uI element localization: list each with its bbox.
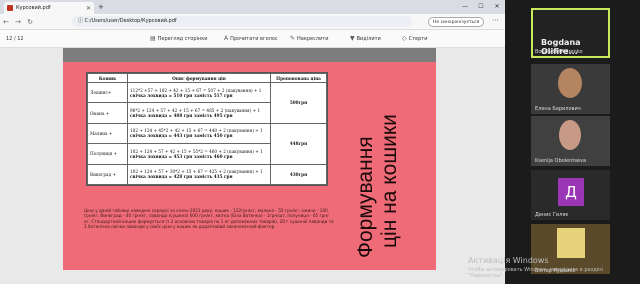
table-header: Кошик bbox=[87, 73, 128, 83]
table-header: Пропонована ціна bbox=[270, 73, 327, 83]
url-input[interactable]: ⓘ C:/Users/user/Desktop/Курсовий.pdf bbox=[72, 16, 412, 27]
cell-desc: 102 + 124 + 57 + 42 + 15 + 55*2 = 460 + … bbox=[127, 143, 271, 165]
windows-activation-title: Активація Windows bbox=[468, 256, 549, 265]
title-line-1: Формування bbox=[354, 136, 377, 258]
url-text: C:/Users/user/Desktop/Курсовий.pdf bbox=[84, 18, 177, 24]
participant-name: Елена Барилович bbox=[535, 106, 581, 112]
address-bar: ← → ↻ ⓘ C:/Users/user/Desktop/Курсовий.p… bbox=[0, 14, 505, 30]
forward-icon[interactable]: → bbox=[12, 18, 24, 26]
refresh-icon[interactable]: ↻ bbox=[24, 18, 36, 26]
price-table: Кошик Опис формування цін Пропонована ці… bbox=[86, 72, 328, 186]
cell-name: Омана + bbox=[87, 102, 128, 124]
back-icon[interactable]: ← bbox=[0, 18, 12, 26]
title-line-2: цін на кошики bbox=[378, 114, 401, 248]
pdf-toolbar: 12 / 12 ▤ Перегляд сторінки A Прочитати вг… bbox=[0, 30, 505, 48]
table-row: Лошинс+ 112*2 +57 + 102 + 42 + 15 + 67 =… bbox=[87, 81, 327, 124]
tab-title: Курсовий.pdf bbox=[16, 5, 51, 11]
tab-bar: Курсовий.pdf ✕ + — ☐ ✕ bbox=[0, 0, 505, 14]
cell-desc: 112*2 +57 + 102 + 42 + 15 + 67 = 507 + 2… bbox=[127, 81, 271, 104]
erase-label: Стерти bbox=[408, 35, 428, 42]
cell-name: Полуниця + bbox=[87, 143, 128, 165]
desc-total: свічка лохвида = 453 грн замість 460 грн bbox=[130, 153, 233, 159]
slide-paragraph: Ціни у даній таблиці наведені середні за… bbox=[84, 208, 334, 229]
windows-activation-text: Чтобы активировать Windows, перейдите в … bbox=[468, 267, 603, 279]
avatar bbox=[559, 120, 581, 150]
cell-price: 448грн bbox=[270, 122, 327, 165]
close-tab-icon[interactable]: ✕ bbox=[86, 5, 91, 12]
participant-tile[interactable]: Ksenija Obolentseva bbox=[531, 116, 610, 166]
previous-page-edge bbox=[63, 48, 436, 62]
cell-desc: 96*2 + 124 + 57 + 42 + 15 + 67 = 485 + 2… bbox=[127, 102, 271, 124]
window-controls: — ☐ ✕ bbox=[457, 0, 505, 14]
cell-name: Лошинс+ bbox=[87, 81, 128, 104]
desc-total: свічка лохвида = 443 грн замість 450 грн bbox=[130, 133, 233, 139]
cell-desc: 102 + 124 + 57 + 30*2 + 15 + 67 = 425 + … bbox=[127, 163, 271, 186]
draw-label: Накреслити bbox=[297, 35, 329, 42]
minimize-icon[interactable]: — bbox=[457, 0, 473, 14]
desc-total: свічка лохвида = 488 грн замість 495 грн bbox=[130, 113, 233, 119]
highlight-icon: ▼ bbox=[350, 35, 355, 42]
cell-name: Малина + bbox=[87, 122, 128, 145]
page-total: / 12 bbox=[13, 35, 24, 42]
participant-name: Денис Гиляк bbox=[535, 212, 569, 218]
page-view-label: Перегляд сторінки bbox=[157, 35, 208, 42]
participant-label: Bogdana Olifirenko bbox=[535, 49, 583, 55]
participant-name: Ksenija Obolentseva bbox=[535, 158, 587, 164]
cell-price: 500грн bbox=[270, 82, 327, 124]
draw-icon: ✎ bbox=[290, 35, 296, 42]
new-tab-icon[interactable]: + bbox=[98, 3, 104, 11]
page-current: 12 bbox=[6, 35, 13, 42]
read-aloud-label: Прочитати вголос bbox=[230, 35, 278, 42]
maximize-icon[interactable]: ☐ bbox=[473, 0, 489, 14]
table-row: Малина + 102 + 124 + 45*2 + 42 + 15 + 67… bbox=[87, 122, 327, 165]
page-view-button[interactable]: ▤ Перегляд сторінки bbox=[150, 35, 207, 42]
participant-tile[interactable]: Елена Барилович bbox=[531, 64, 610, 114]
erase-button[interactable]: ◇ Стерти bbox=[402, 35, 427, 42]
read-aloud-icon: A bbox=[224, 35, 229, 42]
avatar bbox=[557, 228, 585, 258]
highlight-button[interactable]: ▼ Виділити bbox=[350, 35, 381, 42]
slide-title: Формування цін на кошики bbox=[352, 70, 402, 260]
avatar bbox=[558, 68, 582, 98]
cell-name: Виноград + bbox=[87, 163, 128, 186]
tab-pdf[interactable]: Курсовий.pdf ✕ bbox=[4, 2, 94, 14]
pdf-icon bbox=[7, 5, 13, 11]
sync-button[interactable]: Не синхронізується bbox=[428, 17, 485, 27]
cell-desc: 102 + 124 + 45*2 + 42 + 15 + 67 = 440 + … bbox=[127, 122, 271, 145]
table-header: Опис формування цін bbox=[127, 73, 271, 83]
draw-button[interactable]: ✎ Накреслити bbox=[290, 35, 328, 42]
desc-total: свічка лохвида = 510 грн замість 517 грн bbox=[130, 92, 233, 98]
highlight-label: Виділити bbox=[356, 35, 381, 42]
desc-total: свічка лохвида = 428 грн замість 435 грн bbox=[130, 174, 233, 180]
eraser-icon: ◇ bbox=[402, 35, 407, 42]
read-aloud-button[interactable]: A Прочитати вголос bbox=[224, 35, 278, 42]
close-window-icon[interactable]: ✕ bbox=[489, 0, 505, 14]
more-icon[interactable]: ⋯ bbox=[492, 16, 499, 24]
page-view-icon: ▤ bbox=[150, 35, 156, 42]
cell-price: 430грн bbox=[270, 163, 327, 186]
page-indicator[interactable]: 12 / 12 bbox=[6, 36, 24, 42]
participant-tile[interactable]: Д Денис Гиляк bbox=[531, 170, 610, 220]
avatar: Д bbox=[558, 178, 584, 206]
table-row: Виноград + 102 + 124 + 57 + 30*2 + 15 + … bbox=[87, 163, 327, 186]
